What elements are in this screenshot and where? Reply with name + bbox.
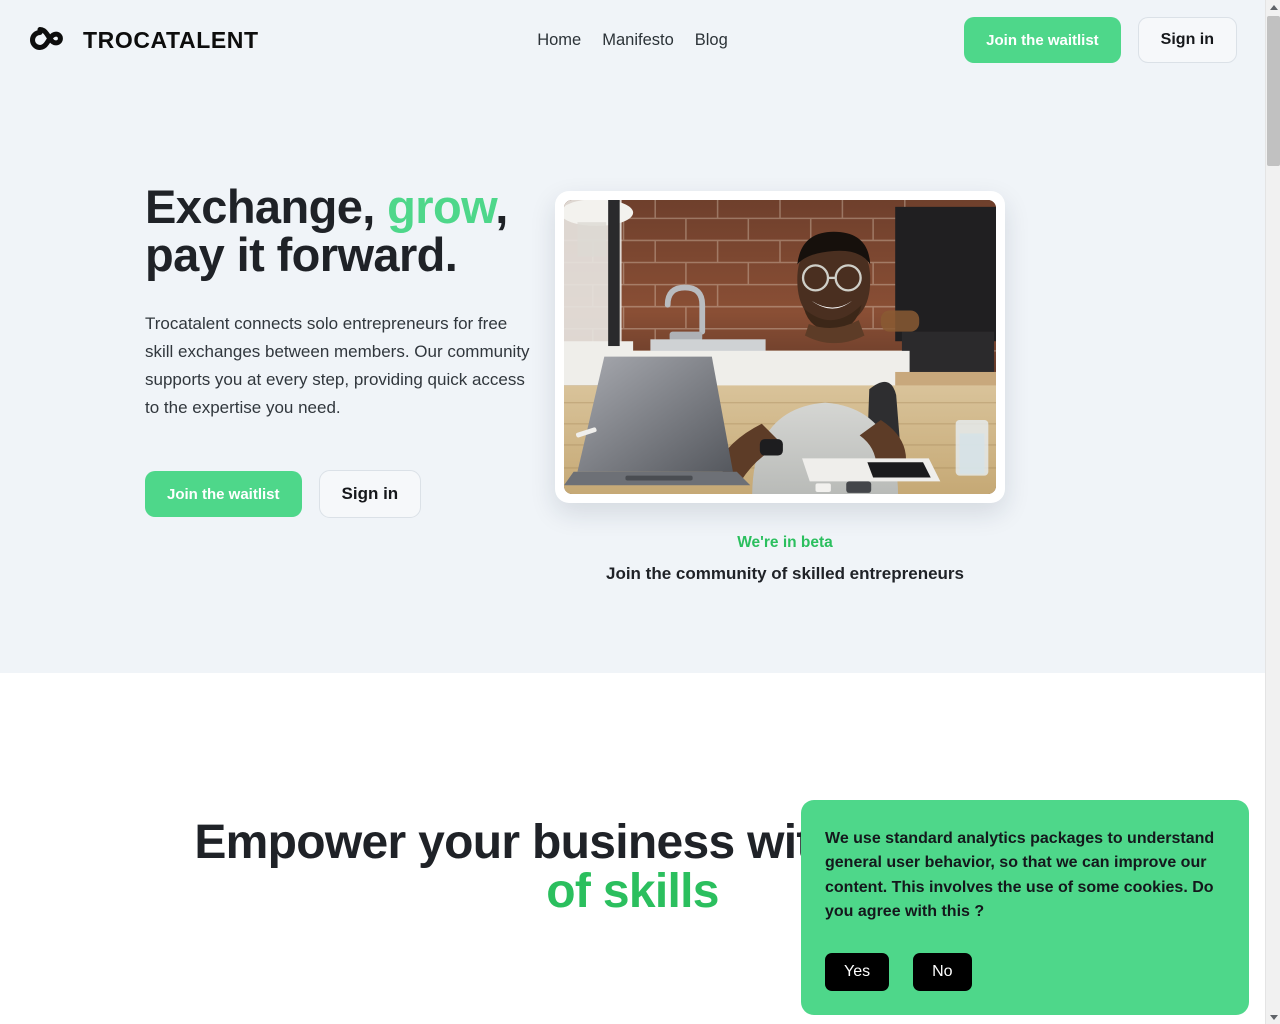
page-viewport: TROCATALENT Home Manifesto Blog Join the…	[0, 0, 1265, 1024]
hero-media-column: We're in beta Join the community of skil…	[555, 183, 1015, 584]
hero-photo-illustration	[564, 200, 996, 494]
scrollbar-thumb[interactable]	[1267, 16, 1280, 166]
hero-section: Exchange, grow, pay it forward. Trocatal…	[0, 80, 1265, 673]
infinity-icon	[30, 27, 63, 50]
hero-title-part2: ,	[495, 180, 508, 233]
header-sign-in-button[interactable]: Sign in	[1137, 17, 1237, 63]
hero-title-accent: grow	[387, 180, 496, 233]
brand-name: TROCATALENT	[83, 26, 259, 53]
cookie-actions: Yes No	[825, 952, 1225, 991]
nav-item-home[interactable]: Home	[537, 31, 581, 50]
cookie-message: We use standard analytics packages to un…	[825, 830, 1215, 921]
hero-join-waitlist-button[interactable]: Join the waitlist	[145, 471, 302, 518]
cookie-consent-banner: We use standard analytics packages to un…	[801, 800, 1249, 1015]
main-navigation: Home Manifesto Blog	[537, 31, 728, 50]
brand-logo[interactable]: TROCATALENT	[28, 25, 259, 55]
site-header: TROCATALENT Home Manifesto Blog Join the…	[0, 0, 1265, 80]
header-join-waitlist-button[interactable]: Join the waitlist	[964, 17, 1121, 63]
hero-image-card	[555, 191, 1005, 503]
scrollbar-up-arrow[interactable]	[1266, 0, 1280, 14]
scrollbar-down-arrow[interactable]	[1266, 1010, 1280, 1024]
nav-item-blog[interactable]: Blog	[695, 31, 728, 50]
hero-text-column: Exchange, grow, pay it forward. Trocatal…	[0, 183, 530, 584]
beta-subtitle: Join the community of skilled entreprene…	[605, 564, 965, 583]
hero-title-part1: Exchange,	[145, 180, 388, 233]
cookie-decline-button[interactable]: No	[913, 952, 972, 991]
page-scrollbar[interactable]	[1265, 0, 1280, 1024]
features-title-part1: Empower your business with a	[194, 816, 892, 869]
hero-cta-group: Join the waitlist Sign in	[145, 470, 530, 519]
nav-item-manifesto[interactable]: Manifesto	[602, 31, 674, 50]
cookie-accept-button[interactable]: Yes	[825, 952, 890, 991]
hero-title: Exchange, grow, pay it forward.	[145, 183, 530, 279]
beta-label: We're in beta	[737, 534, 833, 551]
header-actions: Join the waitlist Sign in	[964, 17, 1237, 63]
hero-description: Trocatalent connects solo entrepreneurs …	[145, 313, 530, 417]
hero-photo	[564, 200, 996, 494]
hero-title-line2: pay it forward.	[145, 227, 458, 281]
hero-sign-in-button[interactable]: Sign in	[318, 470, 422, 519]
